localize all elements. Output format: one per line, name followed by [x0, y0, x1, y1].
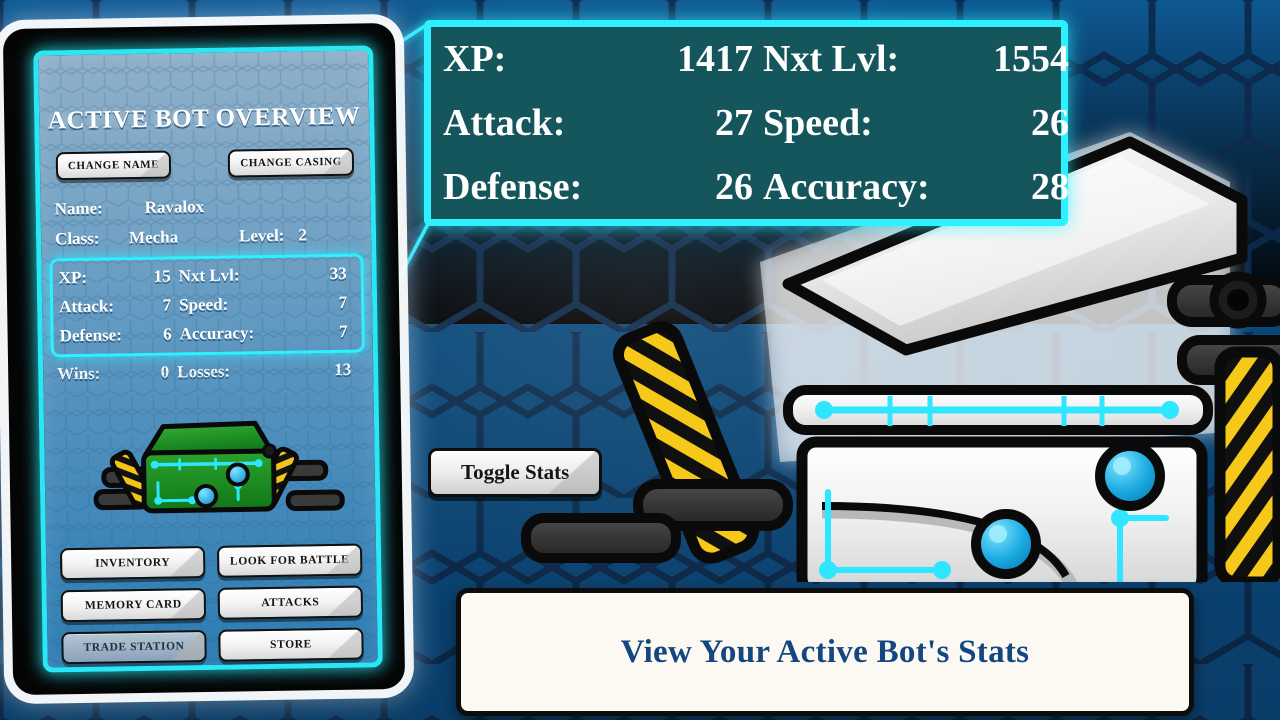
- bot-stats-box: XP: 15 Nxt Lvl: 33 Attack: 7 Speed: 7 De…: [49, 253, 365, 358]
- speed-value: 7: [338, 292, 348, 312]
- caption-box: View Your Active Bot's Stats: [456, 588, 1194, 716]
- bot-name-row: Name: Ravalox: [54, 190, 356, 225]
- name-label: Name:: [54, 198, 103, 219]
- bot-sprite-svg: [93, 420, 345, 514]
- zoom-accuracy-label: Accuracy:: [763, 166, 930, 208]
- class-value: Mecha: [128, 227, 179, 248]
- zoom-xp-value: 1417: [677, 38, 753, 80]
- caption-text: View Your Active Bot's Stats: [620, 633, 1030, 670]
- attack-value: 7: [162, 295, 172, 315]
- nxt-lvl-label: Nxt Lvl:: [178, 265, 240, 286]
- xp-label: XP:: [58, 267, 88, 288]
- sprite-chassis: [141, 420, 277, 514]
- class-label: Class:: [54, 228, 100, 249]
- bot-class-row: Class: Mecha Level: 2: [55, 220, 357, 255]
- accuracy-label: Accuracy:: [179, 323, 255, 344]
- change-casing-button[interactable]: CHANGE CASING: [228, 147, 355, 178]
- handheld-device-frame: ACTIVE BOT OVERVIEW CHANGE NAME CHANGE C…: [2, 22, 406, 696]
- xp-value: 15: [153, 266, 171, 286]
- magnified-stats-panel: XP: 1417 Nxt Lvl: 1554 Attack: 27 Speed:…: [424, 20, 1069, 226]
- menu-item-look-for-battle[interactable]: LOOK FOR BATTLE: [216, 543, 363, 578]
- bot-identity: Name: Ravalox Class: Mecha Level: 2: [54, 190, 357, 255]
- console-screen: ACTIVE BOT OVERVIEW CHANGE NAME CHANGE C…: [33, 45, 383, 673]
- attack-label: Attack:: [59, 296, 115, 317]
- nxt-lvl-value: 33: [329, 263, 347, 284]
- zoom-attack-value: 27: [715, 102, 753, 144]
- bot-stats-grid: XP: 15 Nxt Lvl: 33 Attack: 7 Speed: 7 De…: [58, 259, 355, 351]
- defense-value: 6: [162, 324, 172, 344]
- bot-sprite-preview: [44, 399, 376, 534]
- change-name-button[interactable]: CHANGE NAME: [55, 150, 172, 181]
- page-title: ACTIVE BOT OVERVIEW: [47, 102, 361, 135]
- zoom-attack-label: Attack:: [443, 102, 566, 144]
- zoom-accuracy-value: 28: [1031, 166, 1069, 208]
- zoom-speed-value: 26: [1031, 102, 1069, 144]
- toggle-stats-button[interactable]: Toggle Stats: [428, 448, 603, 497]
- console-menu: INVENTORY LOOK FOR BATTLE MEMORY CARD AT…: [59, 543, 364, 665]
- game-screen: ACTIVE BOT OVERVIEW CHANGE NAME CHANGE C…: [0, 0, 1280, 720]
- level-label: Level:: [238, 225, 285, 246]
- bot-sensor-bar: [783, 385, 1213, 435]
- bot-joint-port: [1209, 271, 1267, 329]
- menu-item-attacks[interactable]: ATTACKS: [217, 585, 364, 620]
- menu-item-inventory[interactable]: INVENTORY: [59, 546, 206, 581]
- zoom-xp-label: XP:: [443, 38, 507, 80]
- zoom-nxt-lvl-label: Nxt Lvl:: [763, 38, 900, 80]
- zoom-defense-label: Defense:: [443, 166, 583, 208]
- name-value: Ravalox: [144, 196, 205, 217]
- zoom-nxt-lvl-value: 1554: [993, 38, 1069, 80]
- name-casing-button-row: CHANGE NAME CHANGE CASING: [40, 147, 370, 181]
- zoom-speed-label: Speed:: [763, 102, 873, 144]
- accuracy-value: 7: [338, 321, 348, 341]
- speed-label: Speed:: [178, 294, 229, 315]
- level-value: 2: [298, 225, 308, 245]
- defense-label: Defense:: [59, 325, 123, 346]
- menu-item-memory-card[interactable]: MEMORY CARD: [60, 588, 207, 623]
- menu-item-trade-station[interactable]: TRADE STATION: [61, 629, 207, 665]
- zoom-defense-value: 26: [715, 166, 753, 208]
- menu-item-store[interactable]: STORE: [218, 627, 364, 662]
- bot-leg-right-hazard: [1214, 346, 1280, 588]
- bot-body-panel: [796, 436, 1208, 604]
